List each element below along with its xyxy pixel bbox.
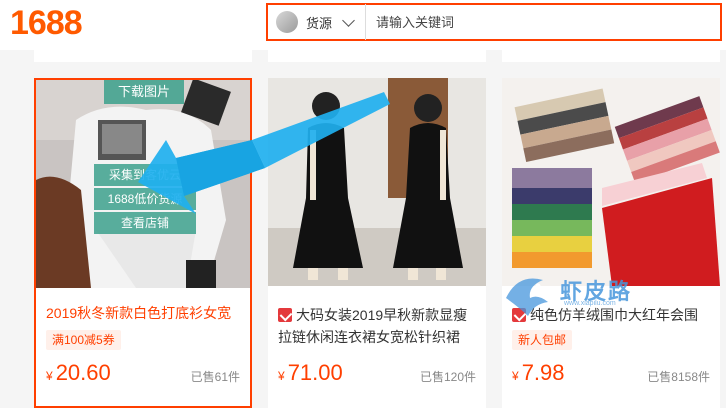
sold-count-1: 已售61件 bbox=[190, 370, 240, 384]
sold-count-2: 已售120件 bbox=[419, 370, 476, 384]
download-images-button[interactable]: 下载图片 bbox=[104, 80, 184, 104]
watermark-url: www.xiapilu.com bbox=[564, 300, 616, 307]
search-bar: 货源 bbox=[266, 3, 722, 41]
product-title-2-line2[interactable]: 拉链休闲连衣裙女宽松针织裙 bbox=[278, 326, 460, 348]
top-bar: 1688 货源 bbox=[0, 0, 726, 50]
product-card-1[interactable]: 下载图片 采集到客优云 1688低价货源 查看店铺 2019秋冬新款白色打底衫女… bbox=[34, 78, 252, 408]
coupon-tag-1: 满100减5券 bbox=[46, 330, 121, 350]
product-image-1[interactable]: 下载图片 采集到客优云 1688低价货源 查看店铺 bbox=[36, 80, 250, 288]
product-title-2[interactable]: 大码女装2019早秋新款显瘦 bbox=[278, 304, 467, 326]
collect-to-keyouyun-button[interactable]: 采集到客优云 bbox=[94, 164, 196, 186]
product-photo-2 bbox=[268, 78, 486, 286]
low-price-source-button[interactable]: 1688低价货源 bbox=[94, 188, 196, 210]
prev-card-edge bbox=[34, 50, 252, 62]
logo-1688[interactable]: 1688 bbox=[10, 4, 83, 43]
product-card-2[interactable]: 大码女装2019早秋新款显瘦 拉链休闲连衣裙女宽松针织裙 ¥71.00 已售12… bbox=[268, 78, 486, 408]
prev-card-edge bbox=[268, 50, 486, 62]
product-image-2[interactable] bbox=[268, 78, 486, 286]
price-value: 20.60 bbox=[55, 360, 111, 385]
dragon-logo-icon bbox=[506, 278, 548, 316]
watermark: 虾皮路 www.xiapilu.com bbox=[498, 268, 688, 328]
price-value: 71.00 bbox=[287, 360, 343, 385]
free-shipping-tag-3: 新人包邮 bbox=[512, 330, 573, 350]
view-store-button[interactable]: 查看店铺 bbox=[94, 212, 196, 234]
product-price-2: ¥71.00 bbox=[278, 360, 343, 386]
source-select-label[interactable]: 货源 bbox=[306, 13, 332, 32]
currency-symbol: ¥ bbox=[512, 369, 519, 383]
search-input[interactable] bbox=[376, 14, 677, 30]
source-avatar-icon bbox=[276, 11, 298, 33]
product-price-3: ¥7.98 bbox=[512, 360, 565, 386]
product-card-3[interactable]: 纯色仿羊绒围巾大红年会围 新人包邮 ¥7.98 已售8158件 bbox=[502, 78, 720, 408]
search-divider bbox=[365, 4, 367, 40]
chevron-down-icon[interactable] bbox=[342, 13, 355, 27]
currency-symbol: ¥ bbox=[46, 369, 53, 383]
product-price-1: ¥20.60 bbox=[46, 360, 111, 386]
product-image-3[interactable] bbox=[502, 78, 720, 286]
prev-card-edge bbox=[502, 50, 720, 62]
product-photo-3 bbox=[502, 78, 720, 286]
product-title-1[interactable]: 2019秋冬新款白色打底衫女宽 bbox=[46, 302, 231, 324]
price-value: 7.98 bbox=[521, 360, 565, 385]
tmall-badge-icon bbox=[278, 308, 292, 322]
sold-count-3: 已售8158件 bbox=[647, 370, 710, 384]
currency-symbol: ¥ bbox=[278, 369, 285, 383]
